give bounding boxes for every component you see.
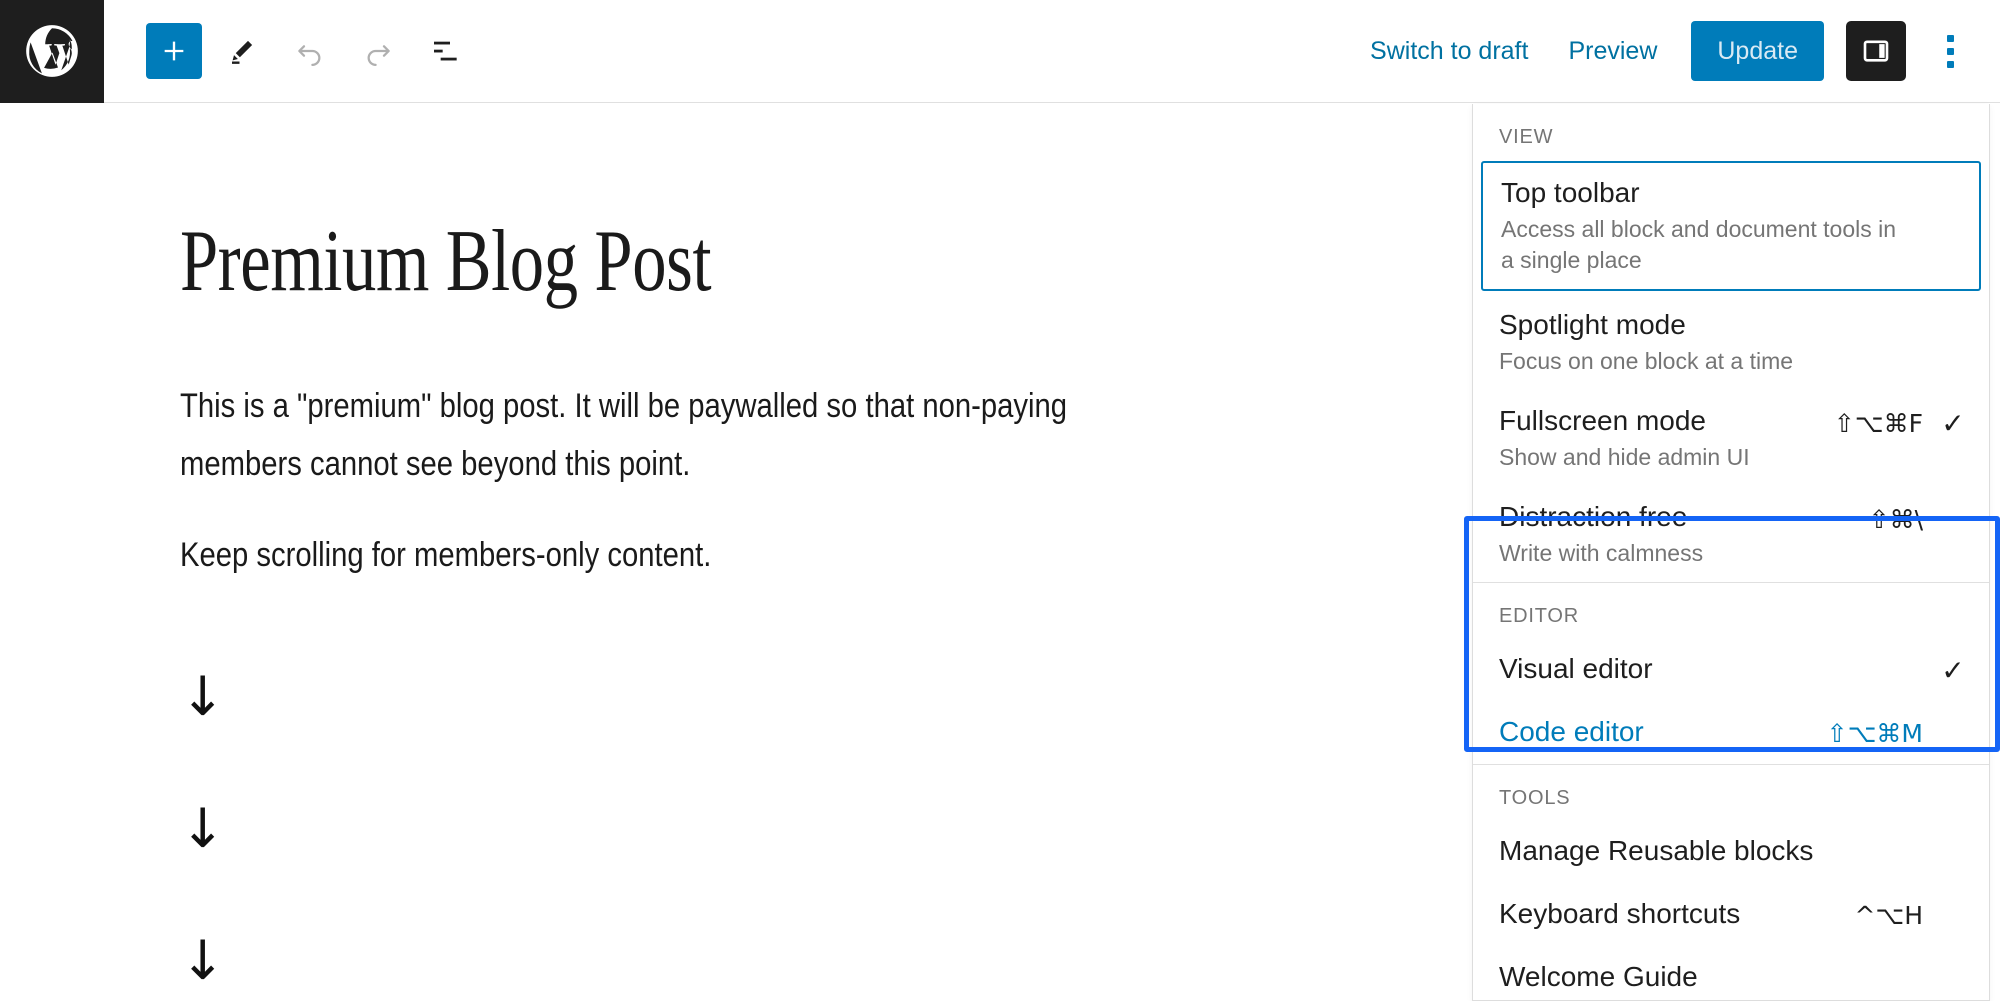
- menu-item-texts: Fullscreen mode Show and hide admin UI: [1499, 403, 1834, 473]
- list-view-button[interactable]: [418, 23, 474, 79]
- menu-item-label: Keyboard shortcuts: [1499, 897, 1741, 929]
- menu-item-meta: ✓: [1939, 832, 1967, 869]
- menu-item-label: Welcome Guide: [1499, 960, 1698, 992]
- menu-item-meta: ⇧⌘\✓: [1869, 499, 1967, 536]
- keyboard-shortcut-label: ⇧⌥⌘M: [1826, 719, 1923, 749]
- undo-arrow-icon: [298, 45, 321, 66]
- menu-item-label: Code editor: [1499, 715, 1644, 747]
- menu-item-label: Spotlight mode: [1499, 309, 1686, 341]
- wordpress-logo-icon: [21, 20, 83, 82]
- menu-item-label: Fullscreen mode: [1499, 405, 1706, 437]
- post-paragraph-1[interactable]: This is a "premium" blog post. It will b…: [180, 378, 1195, 492]
- editor-actions-group: Switch to draft Preview Update: [1350, 21, 2000, 81]
- redo-arrow-icon: [367, 45, 390, 66]
- menu-group-label: VIEW: [1499, 126, 1554, 148]
- menu-item-distraction-free[interactable]: Distraction free Write with calmness ⇧⌘\✓: [1473, 487, 1989, 583]
- more-options-button[interactable]: [1922, 21, 1978, 81]
- menu-item-description: Write with calmness: [1499, 539, 1704, 566]
- wordpress-logo-button[interactable]: [0, 0, 104, 103]
- menu-item-visual-editor[interactable]: Visual editor ✓: [1473, 638, 1989, 701]
- menu-item-description: Show and hide admin UI: [1499, 443, 1750, 470]
- edit-tool-button[interactable]: [214, 23, 270, 79]
- menu-item-meta: ⇧⌥⌘M✓: [1827, 713, 1967, 750]
- menu-group-label: EDITOR: [1499, 605, 1579, 628]
- undo-button[interactable]: [282, 23, 338, 79]
- list-view-icon: [434, 41, 457, 61]
- menu-item-code-editor[interactable]: Code editor ⇧⌥⌘M✓: [1473, 701, 1989, 764]
- editor-top-bar: Switch to draft Preview Update: [0, 0, 2000, 103]
- menu-item-texts: Keyboard shortcuts: [1499, 896, 1854, 932]
- more-options-icon-dot-2: [1946, 47, 1954, 55]
- menu-item-keyboard-shortcuts[interactable]: Keyboard shortcuts ^⌥H✓: [1473, 883, 1989, 946]
- menu-item-texts: Distraction free Write with calmness: [1499, 499, 1869, 569]
- menu-item-description: Focus on one block at a time: [1499, 348, 1794, 375]
- menu-item-meta: ^⌥H✓: [1854, 895, 1967, 932]
- switch-to-draft-button[interactable]: Switch to draft: [1350, 25, 1548, 78]
- page-title[interactable]: Premium Blog Post: [180, 215, 1600, 308]
- settings-sidebar-toggle-button[interactable]: [1846, 21, 1906, 81]
- pencil-icon: [232, 40, 253, 64]
- more-options-menu[interactable]: VIEW Top toolbar Access all block and docu…: [1472, 104, 1990, 1001]
- menu-item-meta: ✓: [1939, 958, 1967, 995]
- wordpress-block-editor: Switch to draft Preview Update Premium B…: [0, 0, 2000, 1001]
- menu-item-meta: ✓: [1939, 650, 1967, 687]
- redo-button[interactable]: [350, 23, 406, 79]
- menu-item-top-toolbar[interactable]: Top toolbar Access all block and document…: [1481, 161, 1981, 292]
- keyboard-shortcut-label: ⇧⌘\: [1868, 504, 1923, 534]
- check-icon: ✓: [1941, 407, 1965, 441]
- plus-icon: [164, 41, 184, 61]
- menu-item-texts: Top toolbar Access all block and document…: [1501, 175, 1933, 275]
- menu-item-description: Access all block and document tools in a…: [1501, 215, 1897, 273]
- settings-sidebar-icon: [1863, 40, 1889, 62]
- menu-item-meta: ⇧⌥⌘F ✓: [1834, 403, 1967, 440]
- menu-item-label: Top toolbar: [1501, 177, 1640, 208]
- add-block-button[interactable]: [146, 23, 202, 79]
- menu-item-label: Visual editor: [1499, 652, 1653, 684]
- menu-item-fullscreen-mode[interactable]: Fullscreen mode Show and hide admin UI ⇧⌥⌘…: [1473, 391, 1989, 487]
- menu-item-texts: Visual editor: [1499, 651, 1939, 687]
- menu-item-label: Manage Reusable blocks: [1499, 834, 1814, 866]
- more-options-icon: [1946, 34, 1954, 42]
- menu-item-texts: Manage Reusable blocks: [1499, 833, 1939, 869]
- editor-tools-group: [146, 23, 474, 79]
- menu-group-tools: TOOLS Manage Reusable blocks ✓ Keyboard sho…: [1473, 765, 1989, 1000]
- menu-item-welcome-guide[interactable]: Welcome Guide ✓: [1473, 946, 1989, 1000]
- check-icon: ✓: [1941, 654, 1965, 688]
- menu-item-texts: Spotlight mode Focus on one block at a ti…: [1499, 307, 1939, 377]
- menu-item-label: Distraction free: [1499, 500, 1688, 532]
- update-button[interactable]: Update: [1691, 21, 1824, 81]
- menu-item-meta: ✓: [1933, 175, 1961, 212]
- menu-group-label: TOOLS: [1499, 787, 1571, 810]
- menu-item-texts: Welcome Guide: [1499, 959, 1939, 995]
- keyboard-shortcut-label: ^⌥H: [1854, 901, 1923, 931]
- menu-item-texts: Code editor: [1499, 714, 1827, 750]
- keyboard-shortcut-label: ⇧⌥⌘F: [1833, 409, 1923, 439]
- menu-group-editor: EDITOR Visual editor ✓ Code editor ⇧⌥⌘M✓: [1473, 583, 1989, 766]
- menu-group-view: VIEW Top toolbar Access all block and docu…: [1473, 104, 1989, 584]
- more-options-icon-dot-3: [1946, 60, 1954, 68]
- menu-item-manage-reusable-blocks[interactable]: Manage Reusable blocks ✓: [1473, 820, 1989, 883]
- preview-button[interactable]: Preview: [1548, 25, 1677, 78]
- menu-item-meta: ✓: [1939, 307, 1967, 344]
- menu-item-spotlight-mode[interactable]: Spotlight mode Focus on one block at a ti…: [1473, 295, 1989, 391]
- post-paragraph-2[interactable]: Keep scrolling for members-only content.: [180, 527, 1195, 584]
